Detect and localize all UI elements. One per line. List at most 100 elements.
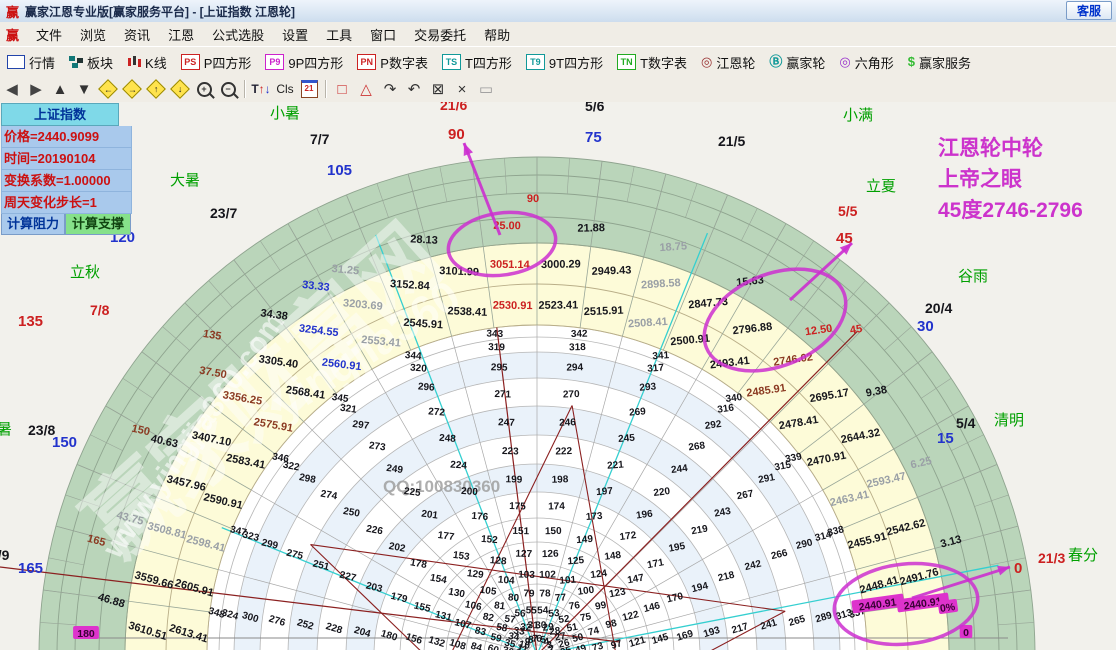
gann-wheel-chart-area[interactable]: 赢家财富网 www.yingjia360.com yingjia360 QQ:1008… — [0, 97, 1116, 650]
shift-down-button[interactable]: ↓ — [168, 78, 192, 100]
solar-term-label: 清明 — [994, 412, 1024, 429]
rotate-ccw-button[interactable]: ↶ — [402, 78, 426, 100]
menu-item-6[interactable]: 设置 — [273, 23, 317, 46]
spiral-number: 100 — [577, 585, 595, 598]
menu-item-4[interactable]: 江恩 — [159, 23, 203, 46]
customer-service-button[interactable]: 客服 — [1065, 1, 1112, 20]
toolbar-item-label: 行情 — [29, 55, 56, 71]
rim-date-label: 23/8 — [28, 422, 55, 438]
spiral-number: 76 — [568, 600, 581, 612]
next-button[interactable]: ▶ — [24, 78, 48, 100]
menu-item-10[interactable]: 帮助 — [475, 23, 519, 46]
toolbar-item-江恩轮[interactable]: ◎ 江恩轮 — [694, 50, 762, 74]
prev-icon: ◀ — [6, 81, 18, 98]
shift-right-button[interactable]: → — [120, 78, 144, 100]
toolbar-item-T四方形[interactable]: TS T四方形 — [435, 50, 519, 74]
price-outer-row-value: 2898.58 — [641, 277, 681, 292]
pointer-tool-button[interactable]: ▭ — [474, 78, 498, 100]
wheel-icon: ◎ — [701, 54, 713, 69]
menu-bar: 赢 文件 浏览 资讯 江恩 公式选股 设置 工具 窗口 交易委托 帮助 — [0, 22, 1116, 47]
spiral-number: 295 — [491, 362, 508, 373]
toolbar-item-P数字表[interactable]: PN P数字表 — [350, 50, 435, 74]
wheel-icon: ◎ — [839, 54, 851, 69]
spiral-number: 220 — [653, 486, 671, 499]
spiral-number: 221 — [607, 459, 625, 471]
rim-date-label: 23/7 — [210, 205, 237, 221]
step-down-button[interactable]: ▼ — [72, 78, 96, 100]
rotate-cw-button[interactable]: ↷ — [378, 78, 402, 100]
step-up-button[interactable]: ▲ — [48, 78, 72, 100]
panel-row-3: 变换系数=1.00000 — [1, 170, 132, 192]
menu-item-1[interactable]: 文件 — [27, 23, 71, 46]
solar-term-label: 大暑 — [170, 172, 200, 189]
toolbar-item-赢家轮[interactable]: Ⓑ 赢家轮 — [762, 50, 832, 74]
toolbar-item-板块[interactable]: 板块 — [62, 50, 120, 74]
toolbar-item-9P四方形[interactable]: P9 9P四方形 — [258, 50, 350, 74]
spiral-number: 153 — [452, 550, 470, 563]
toolbar-item-行情[interactable]: 行情 — [0, 50, 62, 74]
toolbar-item-T数字表[interactable]: TN T数字表 — [610, 50, 694, 74]
spiral-number: 246 — [559, 417, 576, 428]
menu-item-3[interactable]: 资讯 — [115, 23, 159, 46]
spiral-number: 248 — [439, 433, 457, 445]
rim-degree-number: 135 — [18, 313, 43, 330]
spiral-number: 296 — [417, 381, 435, 393]
spiral-number: 79 — [523, 588, 535, 599]
watermark-qq: QQ:100830360 — [383, 477, 500, 496]
solar-term-label: 立秋 — [70, 264, 100, 281]
rim-date-label: 7/7 — [310, 131, 330, 147]
next-icon: ▶ — [30, 81, 42, 98]
spiral-number: 176 — [471, 511, 489, 523]
toolbar-item-9T四方形[interactable]: T9 9T四方形 — [519, 50, 610, 74]
menu-item-8[interactable]: 窗口 — [361, 23, 405, 46]
spiral-number: 224 — [450, 460, 468, 472]
spiral-number: 271 — [494, 389, 511, 400]
prev-button[interactable]: ◀ — [0, 78, 24, 100]
menu-item-7[interactable]: 工具 — [317, 23, 361, 46]
wheel-icon: Ⓑ — [769, 54, 783, 69]
shift-left-button[interactable]: ← — [96, 78, 120, 100]
triangle-tool-button[interactable]: △ — [354, 78, 378, 100]
delete-box-button[interactable]: ⊠ — [426, 78, 450, 100]
menu-item-9[interactable]: 交易委托 — [405, 23, 475, 46]
rim-degree-number: 105 — [327, 162, 352, 179]
toolbar-item-赢家服务[interactable]: $ 赢家服务 — [901, 50, 978, 74]
spiral-number: 321 — [339, 403, 357, 416]
spiral-number: 317 — [647, 362, 665, 374]
toolbar-item-label: 9T四方形 — [548, 55, 604, 71]
panel-row-4: 周天变化步长=1 — [1, 192, 132, 214]
cross-tool-button[interactable]: × — [450, 78, 474, 100]
shift-up-button[interactable]: ↑ — [144, 78, 168, 100]
toolbar-item-label: 板块 — [87, 55, 114, 71]
zoom-out-button[interactable]: − — [216, 78, 240, 100]
annotation-note-line: 上帝之眼 — [938, 167, 1022, 191]
spiral-number: 105 — [479, 585, 497, 598]
spiral-number: 150 — [545, 526, 562, 537]
cls-button[interactable]: Cls — [273, 78, 297, 100]
spiral-number: 103 — [518, 569, 535, 580]
toolbar-item-六角形[interactable]: ◎ 六角形 — [832, 50, 900, 74]
spiral-number: 148 — [604, 550, 622, 563]
menu-item-2[interactable]: 浏览 — [71, 23, 115, 46]
menu-item-5[interactable]: 公式选股 — [203, 23, 273, 46]
rim-degree-number: 0 — [1014, 560, 1022, 577]
spiral-number: 345 — [331, 392, 349, 405]
time-updown-button[interactable]: T↑↓ — [249, 78, 273, 100]
spiral-number: 81 — [493, 600, 506, 612]
spiral-number: 53 — [548, 608, 560, 620]
gann-wheel-canvas[interactable]: 赢家财富网www.yingjia360.comyingjia360QQ:1008… — [0, 97, 1116, 650]
toolbar-separator — [244, 80, 245, 98]
spiral-number: 173 — [585, 511, 603, 523]
sectors-icon — [69, 56, 84, 68]
calendar-button[interactable]: 21 — [297, 78, 321, 100]
toolbar-item-K线[interactable]: K线 — [120, 50, 174, 74]
square-tool-button[interactable]: □ — [330, 78, 354, 100]
spiral-number: 102 — [539, 569, 556, 580]
calc-resistance-button[interactable]: 计算阻力 — [1, 214, 65, 235]
calc-support-button[interactable]: 计算支撑 — [65, 214, 131, 235]
zoom-in-button[interactable]: + — [192, 78, 216, 100]
spiral-number: 245 — [618, 433, 636, 445]
toolbar-item-P四方形[interactable]: PS P四方形 — [174, 50, 259, 74]
P9-icon: P9 — [265, 54, 285, 70]
toolbar-item-label: T数字表 — [640, 55, 688, 71]
